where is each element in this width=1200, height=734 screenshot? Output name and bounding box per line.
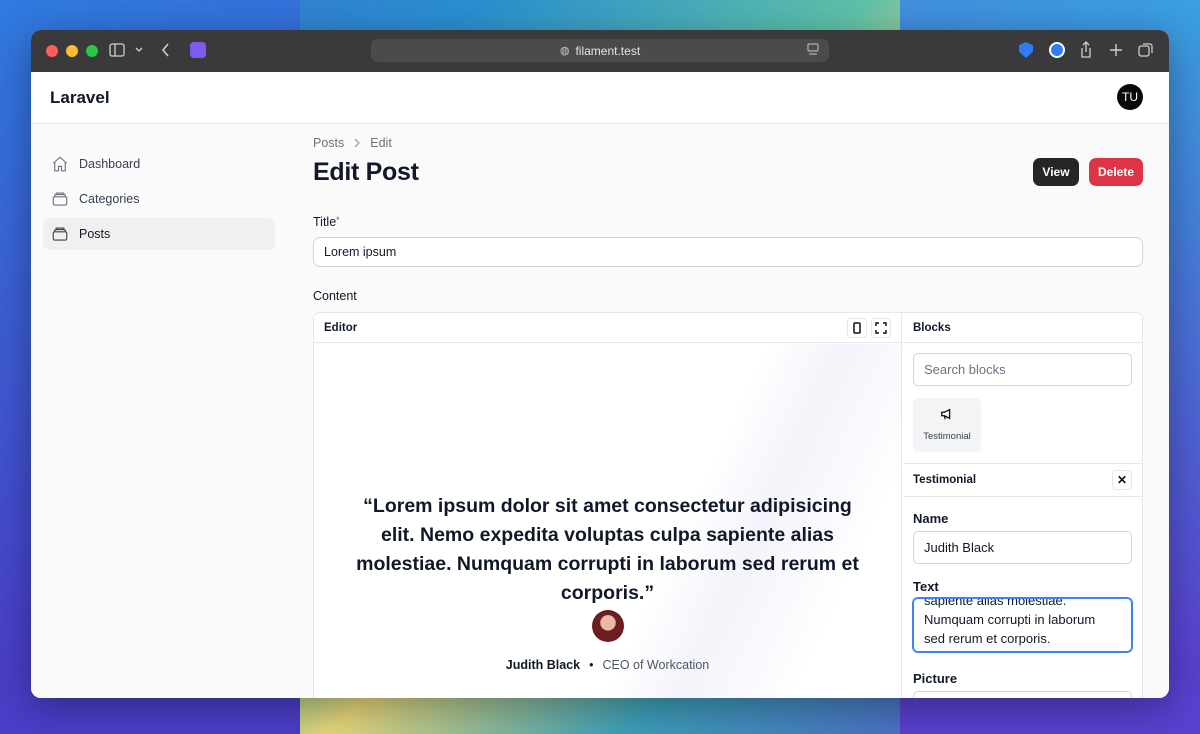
sidebar-item-dashboard[interactable]: Dashboard	[43, 148, 275, 180]
author-role: CEO of Workcation	[602, 658, 710, 672]
sidebar-item-posts[interactable]: Posts	[43, 218, 275, 250]
mobile-preview-button[interactable]	[847, 318, 867, 338]
editor-header-label: Editor	[324, 321, 358, 334]
testimonial-settings-title: Testimonial	[913, 474, 977, 486]
content-builder: Editor “Lorem ipsum dolor sit amet conse…	[313, 312, 1143, 698]
sidebar-item-categories[interactable]: Categories	[43, 183, 275, 215]
picture-label: Picture	[913, 671, 958, 686]
search-blocks-input[interactable]: Search blocks	[913, 353, 1132, 386]
sidebar-item-label: Dashboard	[79, 157, 141, 171]
maximize-window-button[interactable]	[86, 45, 98, 57]
breadcrumb-edit: Edit	[370, 136, 392, 150]
blocks-header: Blocks	[903, 313, 1142, 343]
textarea-line: Numquam corrupti in laborum	[924, 612, 1096, 627]
url-text: filament.test	[575, 43, 641, 58]
testimonial-byline: Judith Black • CEO of Workcation	[314, 658, 901, 672]
required-indicator: *	[336, 215, 340, 225]
window-controls	[46, 45, 98, 57]
text-label: Text	[913, 579, 939, 594]
editor-header: Editor	[314, 313, 901, 343]
share-icon[interactable]	[1080, 41, 1092, 58]
close-block-settings-button[interactable]: ✕	[1112, 470, 1132, 490]
block-tile-testimonial[interactable]: Testimonial	[913, 398, 981, 452]
title-input[interactable]: Lorem ipsum	[313, 237, 1143, 267]
browser-window: ◍ filament.test Laravel TU Dashboard Cat…	[31, 30, 1169, 698]
user-avatar[interactable]: TU	[1117, 84, 1143, 110]
name-input[interactable]: Judith Black	[913, 531, 1132, 564]
block-tile-label: Testimonial	[923, 431, 971, 442]
delete-button[interactable]: Delete	[1089, 158, 1143, 186]
testimonial-settings-header: Testimonial ✕	[903, 463, 1142, 497]
megaphone-icon	[941, 408, 951, 420]
sidebar: Dashboard Categories Posts	[43, 148, 275, 253]
close-window-button[interactable]	[46, 45, 58, 57]
close-icon: ✕	[1116, 473, 1128, 487]
title-label: Title*	[313, 215, 340, 229]
editor-canvas[interactable]: “Lorem ipsum dolor sit amet consectetur …	[314, 344, 901, 698]
chevron-right-icon	[354, 138, 361, 148]
reader-icon[interactable]	[807, 43, 819, 57]
textarea-content: sapiente alias molestiae. Numquam corrup…	[924, 598, 1121, 648]
textarea-line: sapiente alias molestiae.	[924, 598, 1067, 608]
breadcrumb: Posts Edit	[313, 136, 392, 150]
name-label: Name	[913, 511, 949, 526]
new-tab-icon[interactable]	[1109, 43, 1123, 57]
content-label: Content	[313, 289, 357, 303]
page-content: Dashboard Categories Posts Posts Edit Ed…	[31, 124, 1169, 698]
expand-icon	[875, 322, 887, 334]
brand-logo[interactable]: Laravel	[50, 88, 110, 108]
view-button[interactable]: View	[1033, 158, 1079, 186]
back-icon[interactable]	[162, 43, 170, 57]
rectangle-stack-icon	[52, 192, 68, 206]
rectangle-stack-icon	[52, 227, 68, 241]
byline-separator: •	[589, 658, 594, 672]
title-label-text: Title	[313, 215, 337, 229]
mobile-icon	[853, 322, 861, 334]
shield-icon[interactable]	[1019, 42, 1033, 58]
editor-pane: Editor “Lorem ipsum dolor sit amet conse…	[314, 313, 902, 698]
page-title: Edit Post	[313, 158, 419, 186]
browser-toolbar: ◍ filament.test	[31, 30, 1169, 72]
testimonial-quote: “Lorem ipsum dolor sit amet consectetur …	[356, 495, 859, 604]
sidebar-item-label: Categories	[79, 192, 140, 206]
password-manager-icon[interactable]	[1049, 42, 1065, 58]
address-bar[interactable]: ◍ filament.test	[371, 39, 829, 62]
sidebar-item-label: Posts	[79, 227, 111, 241]
text-textarea[interactable]: sapiente alias molestiae. Numquam corrup…	[913, 598, 1132, 652]
picture-input[interactable]	[913, 691, 1132, 698]
tab-overview-icon[interactable]	[1138, 42, 1154, 58]
author-name: Judith Black	[505, 658, 581, 672]
minimize-window-button[interactable]	[66, 45, 78, 57]
breadcrumb-posts[interactable]: Posts	[313, 136, 344, 150]
extension-icon[interactable]	[190, 42, 206, 58]
chevron-down-icon[interactable]	[135, 47, 143, 53]
home-icon	[52, 156, 68, 172]
app-header: Laravel TU	[31, 72, 1169, 124]
fullscreen-button[interactable]	[871, 318, 891, 338]
globe-icon: ◍	[559, 45, 570, 57]
textarea-line: sed rerum et corporis.	[924, 631, 1051, 646]
author-photo	[592, 610, 624, 642]
blocks-pane: Blocks Search blocks Testimonial Testimo…	[903, 313, 1142, 698]
sidebar-toggle-icon[interactable]	[109, 43, 125, 57]
